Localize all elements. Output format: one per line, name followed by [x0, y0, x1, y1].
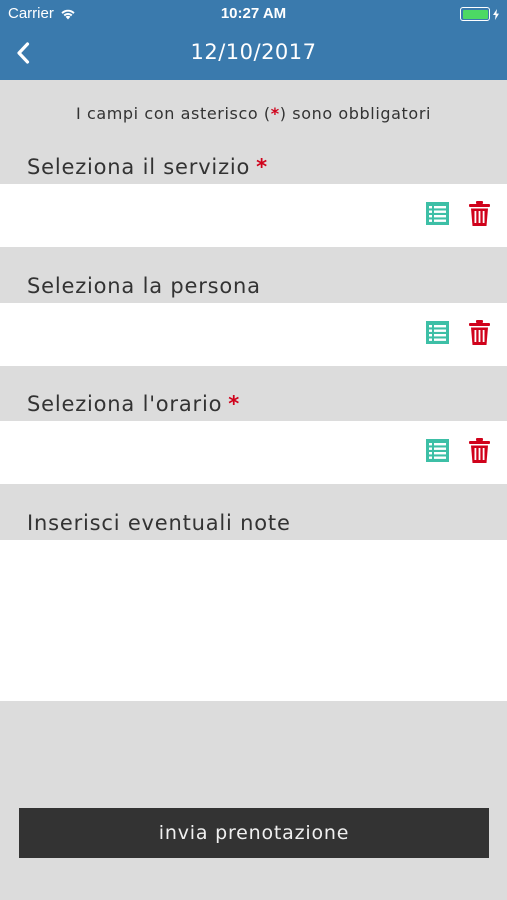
- list-icon[interactable]: [426, 439, 449, 462]
- submit-booking-button[interactable]: invia prenotazione: [19, 808, 489, 858]
- notice-text-end: ) sono obbligatori: [279, 104, 432, 123]
- service-field[interactable]: [0, 184, 507, 247]
- time-label: Seleziona l'orario *: [27, 392, 240, 416]
- person-field[interactable]: [0, 303, 507, 366]
- battery-fill: [462, 9, 488, 19]
- list-icon[interactable]: [426, 321, 449, 344]
- charging-bolt-icon: [493, 8, 499, 20]
- required-mark: *: [228, 392, 241, 416]
- notes-label: Inserisci eventuali note: [27, 511, 291, 535]
- trash-icon[interactable]: [469, 438, 490, 463]
- service-label: Seleziona il servizio *: [27, 155, 268, 179]
- notes-textarea[interactable]: [0, 540, 507, 701]
- battery-indicator: [460, 7, 499, 21]
- time-label-text: Seleziona l'orario: [27, 392, 223, 416]
- required-fields-notice: I campi con asterisco (*) sono obbligato…: [0, 104, 507, 123]
- notice-text-start: I campi con asterisco (: [75, 104, 271, 123]
- battery-icon: [460, 7, 490, 21]
- person-label: Seleziona la persona: [27, 274, 267, 298]
- status-time: 10:27 AM: [220, 5, 287, 22]
- time-field[interactable]: [0, 421, 507, 484]
- person-label-text: Seleziona la persona: [27, 274, 261, 298]
- navigation-bar: 12/10/2017: [0, 28, 507, 80]
- notice-asterisk: *: [270, 104, 280, 123]
- service-label-text: Seleziona il servizio: [27, 155, 251, 179]
- page-title: 12/10/2017: [190, 40, 317, 64]
- trash-icon[interactable]: [469, 320, 490, 345]
- required-mark: *: [256, 155, 268, 179]
- list-icon[interactable]: [426, 202, 449, 225]
- status-bar: Carrier 10:27 AM: [0, 0, 507, 28]
- trash-icon[interactable]: [469, 201, 490, 226]
